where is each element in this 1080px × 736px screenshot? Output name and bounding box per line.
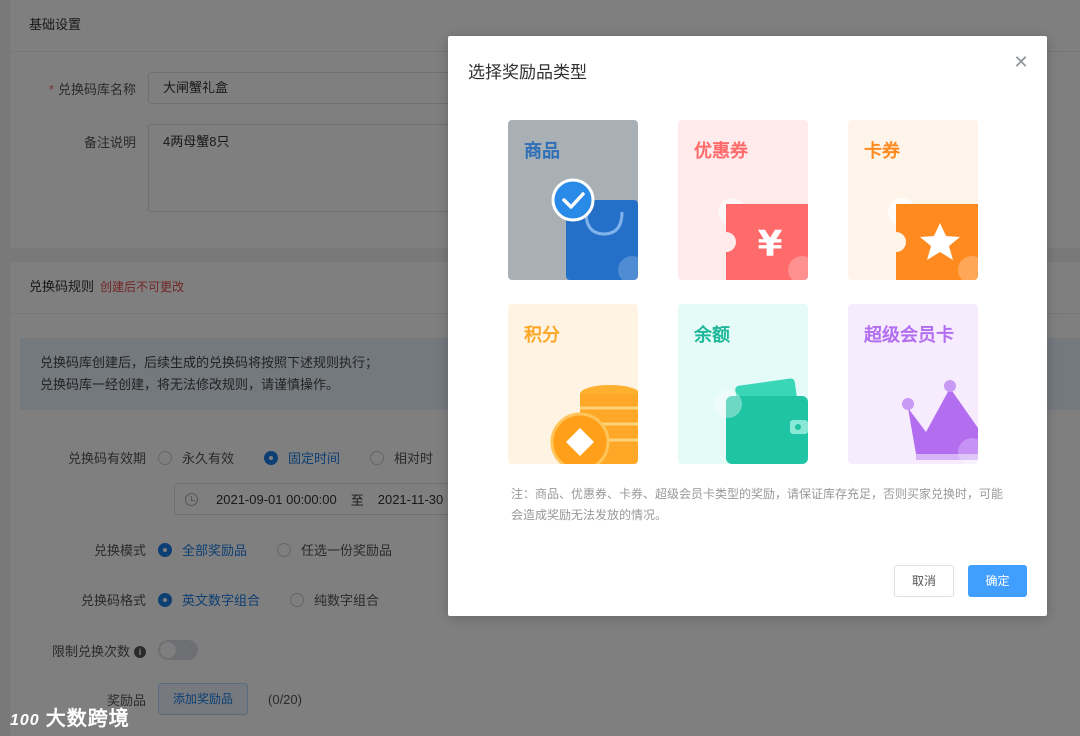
reward-type-dialog: 选择奖励品类型 ✕ 商品 ¥ 优惠券 卡券 积分 余额 超级会员卡 注：商品、优…	[448, 36, 1047, 616]
dialog-title: 选择奖励品类型	[468, 63, 587, 82]
svg-text:¥: ¥	[757, 224, 782, 265]
tile-product-label: 商品	[524, 141, 560, 161]
watermark-logo: 100	[10, 712, 40, 729]
tile-product[interactable]: 商品	[508, 120, 638, 280]
tile-balance[interactable]: 余额	[678, 304, 808, 464]
tile-card-voucher-label: 卡券	[864, 141, 900, 161]
dialog-note: 注：商品、优惠券、卡券、超级会员卡类型的奖励，请保证库存充足，否则买家兑换时，可…	[511, 487, 1004, 522]
tile-points[interactable]: 积分	[508, 304, 638, 464]
confirm-button[interactable]: 确定	[968, 565, 1027, 597]
cancel-button[interactable]: 取消	[894, 565, 954, 597]
close-icon[interactable]: ✕	[1013, 53, 1029, 71]
watermark: 100 大数跨境	[10, 708, 130, 730]
tile-balance-label: 余额	[694, 325, 730, 345]
tile-super-member-card-label: 超级会员卡	[864, 325, 954, 345]
tile-card-voucher[interactable]: 卡券	[848, 120, 978, 280]
tile-coupon[interactable]: ¥ 优惠券	[678, 120, 808, 280]
tile-super-member-card[interactable]: 超级会员卡	[848, 304, 978, 464]
tile-points-label: 积分	[524, 325, 560, 345]
tile-coupon-label: 优惠券	[694, 141, 748, 161]
